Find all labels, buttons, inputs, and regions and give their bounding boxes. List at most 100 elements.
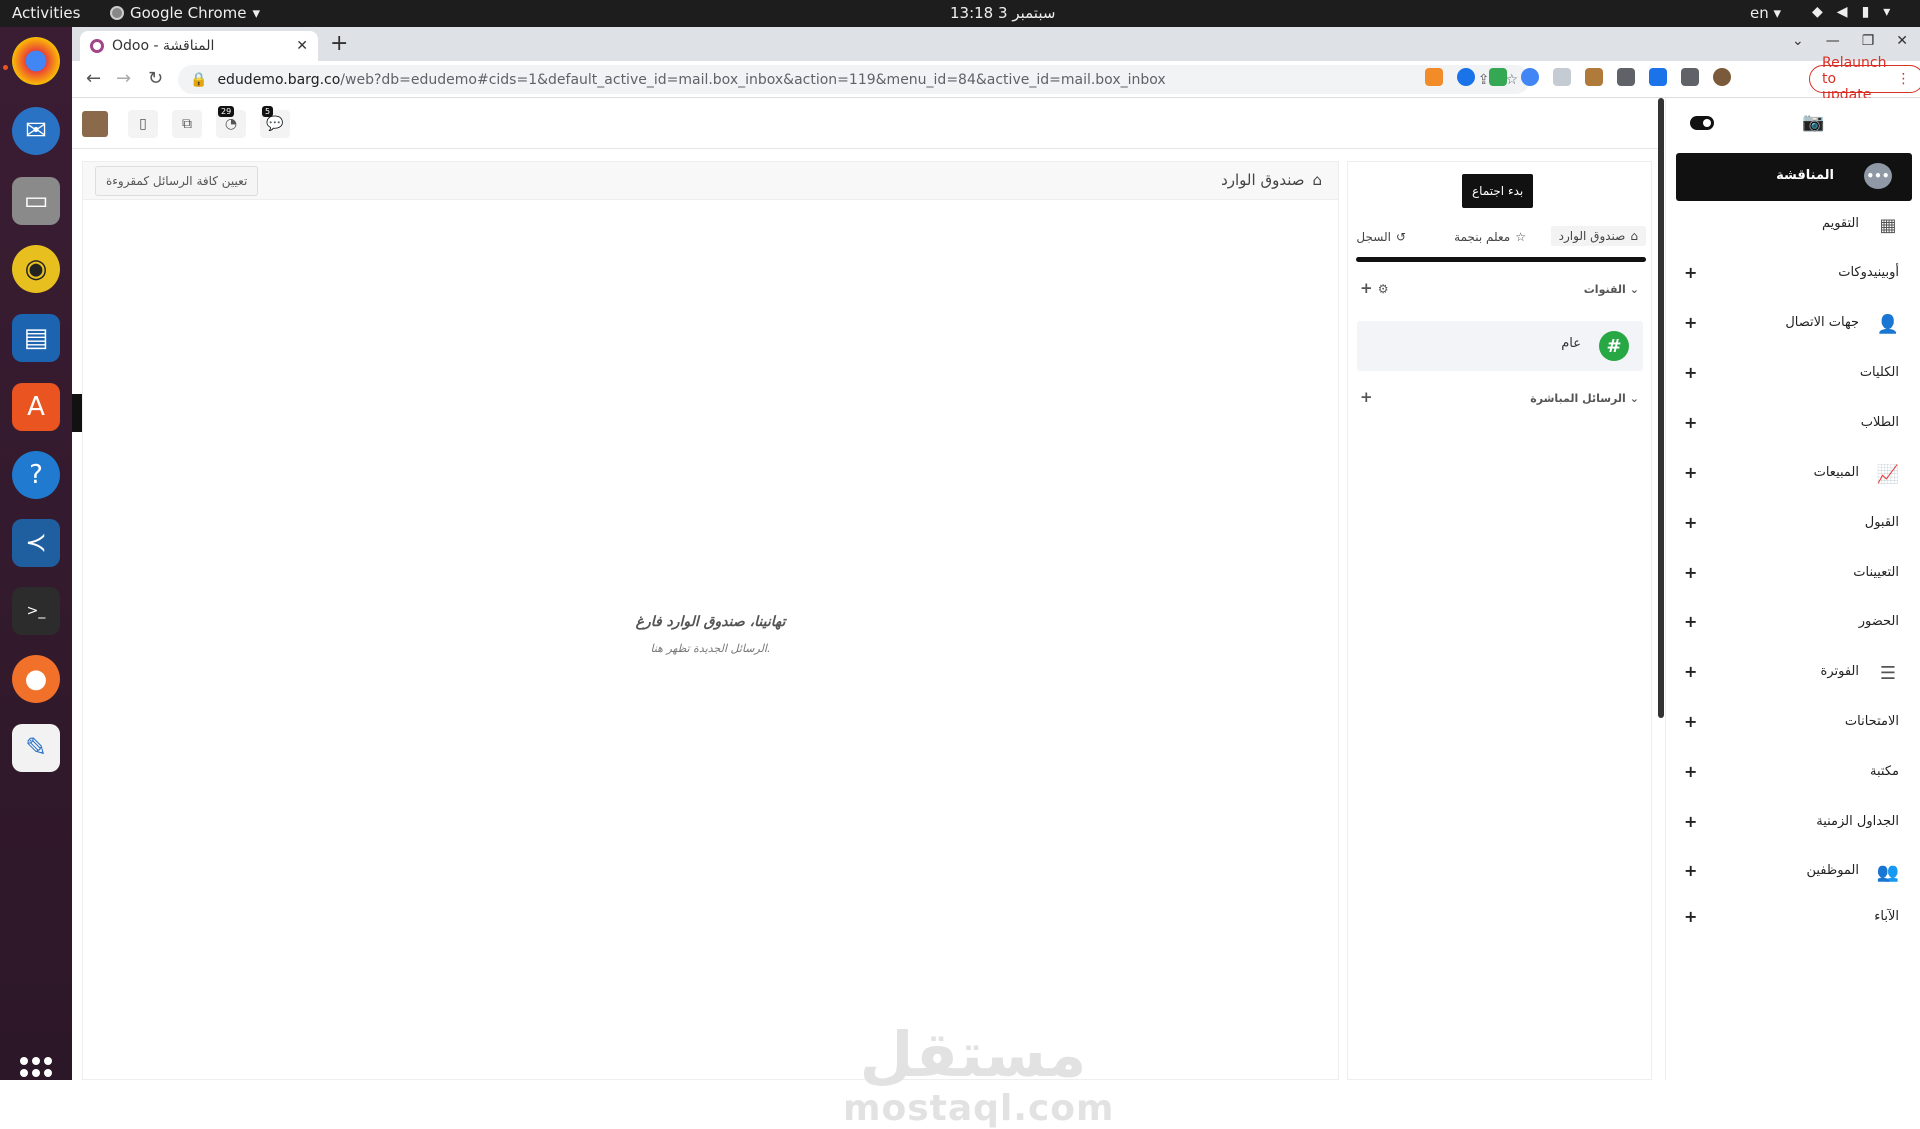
expand-plus-icon[interactable]: + <box>1684 513 1697 532</box>
menu-item[interactable]: التقويم ▦ <box>1666 210 1920 240</box>
new-tab-button[interactable]: + <box>330 31 348 56</box>
software-launcher-icon[interactable]: A <box>12 383 60 431</box>
app-name: Google Chrome <box>130 4 247 22</box>
side-panel-icon[interactable] <box>1681 68 1699 86</box>
add-direct-message-icon[interactable]: + <box>1360 388 1373 406</box>
browser-tab[interactable]: Odoo - المناقشة ✕ <box>80 31 318 61</box>
channel-item-general[interactable]: # عام <box>1357 321 1643 371</box>
menu-item[interactable]: + الطلاب <box>1666 409 1920 439</box>
expand-plus-icon[interactable]: + <box>1684 263 1697 282</box>
channels-header[interactable]: القنوات ⌄ <box>1584 283 1639 296</box>
expand-plus-icon[interactable]: + <box>1684 363 1697 382</box>
dm-header-label: الرسائل المباشرة <box>1530 392 1626 405</box>
add-channel-icon[interactable]: + ⚙ <box>1360 279 1389 297</box>
camera-icon[interactable]: 📷 <box>1802 112 1824 133</box>
forward-icon[interactable]: → <box>116 68 131 89</box>
tab-history[interactable]: السجل ↺ <box>1356 230 1406 244</box>
close-window-icon[interactable]: ✕ <box>1896 33 1908 49</box>
menu-item[interactable]: + الحضور <box>1666 608 1920 638</box>
menu-item[interactable]: + الآباء <box>1666 903 1920 933</box>
profile-avatar[interactable] <box>1713 68 1731 86</box>
extension-icon[interactable] <box>1521 68 1539 86</box>
back-icon[interactable]: ← <box>86 68 101 89</box>
messaging-icon[interactable]: 💬 5 <box>260 106 290 138</box>
minimize-icon[interactable]: — <box>1826 33 1840 49</box>
menu-item-label: الجداول الزمنية <box>1816 814 1899 829</box>
expand-plus-icon[interactable]: + <box>1684 662 1697 681</box>
rhythmbox-launcher-icon[interactable]: ◉ <box>12 245 60 293</box>
extensions-puzzle-icon[interactable] <box>1617 68 1635 86</box>
download-icon[interactable] <box>1649 68 1667 86</box>
app-menu[interactable]: Google Chrome ▾ <box>110 4 260 22</box>
reload-icon[interactable]: ↻ <box>148 68 163 89</box>
menu-item-label: الامتحانات <box>1844 714 1899 729</box>
menu-item[interactable]: + جهات الاتصال 👤 <box>1666 309 1920 339</box>
menu-item[interactable]: + الامتحانات <box>1666 708 1920 738</box>
extension-icon[interactable] <box>1585 68 1603 86</box>
scrollbar[interactable] <box>1658 98 1664 718</box>
user-avatar[interactable] <box>82 111 108 137</box>
menu-item[interactable]: + القبول <box>1666 509 1920 539</box>
mark-all-read-button[interactable]: تعيين كافة الرسائل كمقروءة <box>95 166 259 196</box>
expand-plus-icon[interactable]: + <box>1684 907 1697 926</box>
extension-icon[interactable] <box>1553 68 1571 86</box>
text-editor-launcher-icon[interactable]: ✎ <box>12 724 60 772</box>
expand-plus-icon[interactable]: + <box>1684 313 1697 332</box>
menu-item[interactable]: + الكليات <box>1666 359 1920 389</box>
chrome-launcher-icon[interactable] <box>12 37 60 85</box>
share-icon[interactable]: ⇪ <box>1478 72 1490 88</box>
history-icon: ↺ <box>1395 230 1406 244</box>
menu-item[interactable]: + أوبينيدوكات <box>1666 259 1920 289</box>
menu-toggle[interactable] <box>1690 116 1714 130</box>
wifi-icon: ◆ <box>1812 4 1823 20</box>
address-bar[interactable]: 🔒 edudemo.barg.co/web?db=edudemo#cids=1&… <box>178 65 1530 94</box>
writer-launcher-icon[interactable]: ▤ <box>12 314 60 362</box>
expand-plus-icon[interactable]: + <box>1684 463 1697 482</box>
expand-plus-icon[interactable]: + <box>1684 861 1697 880</box>
terminal-launcher-icon[interactable]: >_ <box>12 587 60 635</box>
tab-search-icon[interactable]: ⌄ <box>1792 33 1804 49</box>
close-tab-icon[interactable]: ✕ <box>296 38 308 54</box>
system-tray[interactable]: ◆ ◀ ▮ ▾ <box>1812 4 1890 20</box>
menu-item[interactable]: + المبيعات 📈 <box>1666 459 1920 489</box>
clock[interactable]: 13:18 3 سبتمبر <box>950 4 1055 22</box>
extension-icon[interactable] <box>1489 68 1507 86</box>
odoo-systray: ▯ ⧉ ◔ 29 💬 5 <box>72 98 1660 149</box>
expand-plus-icon[interactable]: + <box>1684 762 1697 781</box>
debug-icon[interactable]: ⧉ <box>172 110 202 138</box>
vscode-launcher-icon[interactable]: ≺ <box>12 519 60 567</box>
tab-inbox[interactable]: صندوق الوارد ⌂ <box>1550 226 1646 246</box>
direct-messages-header[interactable]: الرسائل المباشرة ⌄ <box>1530 392 1639 405</box>
extension-icon[interactable] <box>1425 68 1443 86</box>
menu-item-label: الطلاب <box>1860 415 1899 430</box>
menu-item-discuss[interactable]: المناقشة ••• <box>1676 153 1912 201</box>
volume-icon: ◀ <box>1836 4 1848 20</box>
bookmark-star-icon[interactable]: ☆ <box>1505 72 1518 88</box>
activity-clock-icon[interactable]: ◔ 29 <box>216 106 246 138</box>
firefox-launcher-icon[interactable]: ● <box>12 655 60 703</box>
menu-item[interactable]: + الجداول الزمنية <box>1666 808 1920 838</box>
expand-plus-icon[interactable]: + <box>1684 712 1697 731</box>
expand-plus-icon[interactable]: + <box>1684 563 1697 582</box>
menu-item[interactable]: + الموظفين 👥 <box>1666 857 1920 887</box>
start-meeting-button[interactable]: بدء اجتماع <box>1462 174 1534 208</box>
channel-settings-icon[interactable]: ⚙ <box>1378 282 1389 296</box>
activities-button[interactable]: Activities <box>12 4 80 22</box>
menu-item[interactable]: + الفوترة ☰ <box>1666 658 1920 688</box>
odoo-app: ▯ ⧉ ◔29 💬5 ⚙ تعيين كافة الرسائل كمقروءة … <box>72 98 1920 1129</box>
expand-plus-icon[interactable]: + <box>1684 612 1697 631</box>
expand-plus-icon[interactable]: + <box>1684 812 1697 831</box>
expand-plus-icon[interactable]: + <box>1684 413 1697 432</box>
relaunch-to-update-button[interactable]: Relaunch to update ⋮ <box>1809 55 1920 103</box>
tab-starred[interactable]: معلم بنجمة ☆ <box>1454 230 1526 244</box>
files-launcher-icon[interactable]: ▭ <box>12 177 60 225</box>
help-launcher-icon[interactable]: ? <box>12 451 60 499</box>
thunderbird-launcher-icon[interactable]: ✉ <box>12 107 60 155</box>
menu-item[interactable]: + مكتبة <box>1666 758 1920 788</box>
company-switch-icon[interactable]: ▯ <box>128 110 158 138</box>
extension-icon[interactable] <box>1457 68 1475 86</box>
language-indicator[interactable]: en ▾ <box>1750 4 1781 22</box>
menu-item[interactable]: + التعيينات <box>1666 559 1920 589</box>
show-apps-icon[interactable] <box>20 1057 52 1089</box>
maximize-icon[interactable]: ❐ <box>1862 33 1875 49</box>
